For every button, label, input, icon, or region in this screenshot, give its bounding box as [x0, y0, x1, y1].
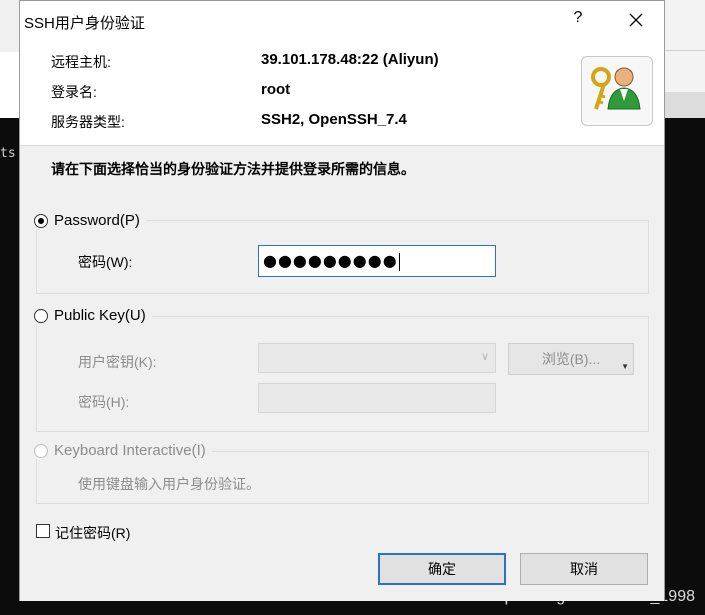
instruction-text: 请在下面选择恰当的身份验证方法并提供登录所需的信息。	[51, 161, 415, 177]
title-bar: SSH用户身份验证 ?	[20, 1, 664, 41]
user-key-label: 用户密钥(K):	[78, 354, 157, 370]
avatar	[581, 56, 653, 126]
terminal-text: ts	[0, 146, 16, 161]
background-app-edge	[664, 0, 705, 118]
ssh-auth-dialog: SSH用户身份验证 ? 远程主机: 39.101.178.48:22 (Aliy…	[19, 0, 665, 601]
password-option-label: Password(P)	[54, 212, 140, 229]
help-button[interactable]: ?	[568, 9, 588, 33]
password-value: ●●●●●●●●●	[263, 251, 398, 270]
user-key-select[interactable]: ∨	[258, 343, 496, 373]
passphrase-input[interactable]	[258, 383, 496, 413]
remote-host-label: 远程主机:	[51, 54, 111, 70]
remember-password-label[interactable]: 记住密码(R)	[55, 523, 130, 543]
close-icon	[629, 13, 643, 27]
public-key-option-label: Public Key(U)	[54, 307, 146, 324]
browse-button[interactable]: 浏览(B)... ▼	[508, 343, 634, 375]
login-name-label: 登录名:	[51, 84, 97, 100]
login-name-value: root	[261, 81, 291, 98]
server-type-value: SSH2, OpenSSH_7.4	[261, 111, 407, 128]
public-key-option[interactable]: Public Key(U)	[34, 307, 152, 324]
keyboard-interactive-label: Keyboard Interactive(I)	[54, 442, 206, 459]
server-type-label: 服务器类型:	[51, 114, 125, 130]
close-button[interactable]	[626, 8, 646, 32]
remember-password-checkbox[interactable]	[36, 524, 50, 538]
passphrase-label: 密码(H):	[78, 394, 130, 410]
dropdown-triangle-icon: ▼	[621, 362, 629, 371]
password-option[interactable]: Password(P)	[34, 212, 146, 229]
keyboard-interactive-option[interactable]: Keyboard Interactive(I)	[34, 442, 212, 459]
browse-button-label: 浏览(B)...	[541, 351, 601, 367]
auth-options-panel: 请在下面选择恰当的身份验证方法并提供登录所需的信息。 Password(P) 密…	[20, 145, 664, 601]
ok-button[interactable]: 确定	[378, 553, 506, 585]
cancel-button[interactable]: 取消	[520, 553, 648, 585]
chevron-down-icon: ∨	[480, 351, 489, 363]
public-key-radio[interactable]	[34, 308, 48, 323]
user-with-key-icon	[591, 67, 641, 110]
dialog-title: SSH用户身份验证	[24, 15, 145, 32]
keyboard-interactive-description: 使用键盘输入用户身份验证。	[78, 476, 260, 492]
password-field-label: 密码(W):	[78, 254, 133, 270]
password-radio[interactable]	[34, 213, 48, 228]
password-input[interactable]: ●●●●●●●●●	[258, 245, 496, 277]
keyboard-interactive-radio[interactable]	[34, 443, 48, 458]
remote-host-value: 39.101.178.48:22 (Aliyun)	[261, 51, 439, 68]
